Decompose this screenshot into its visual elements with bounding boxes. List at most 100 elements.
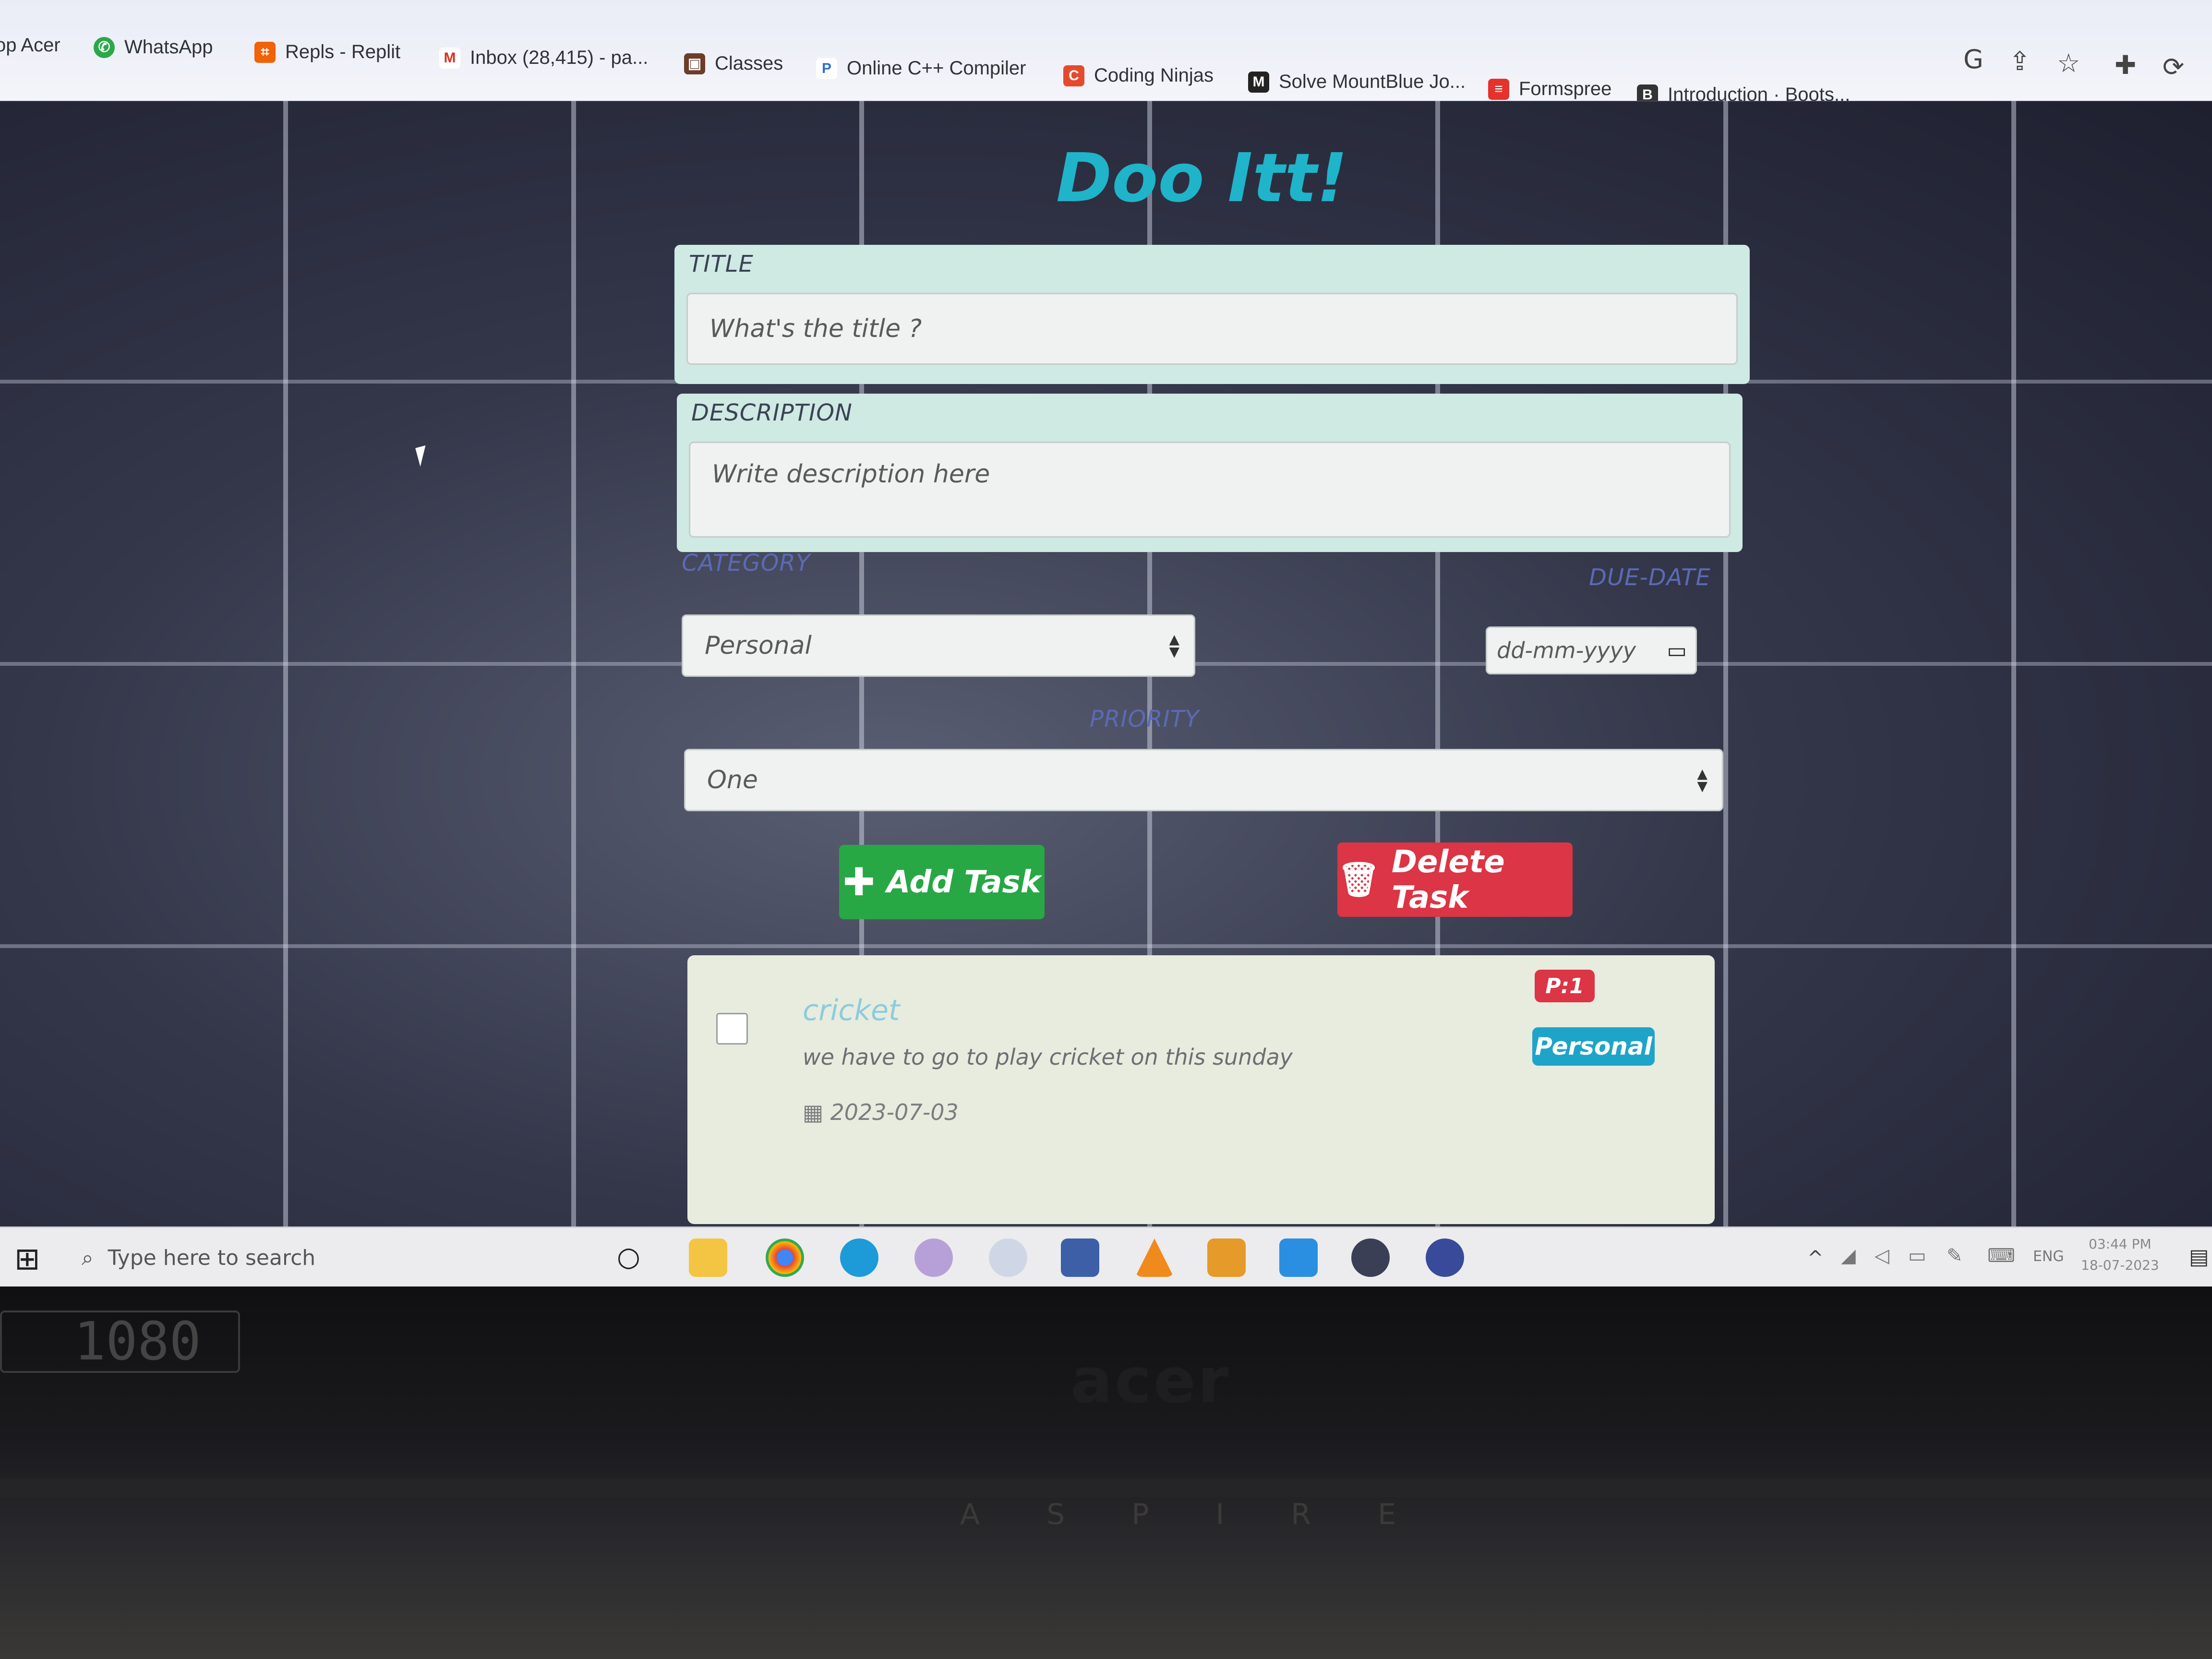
whatsapp-icon: ✆ xyxy=(94,36,115,58)
google-icon[interactable]: G xyxy=(1963,44,1984,74)
dev-tool-icon[interactable] xyxy=(1061,1238,1099,1277)
bookmark-label: WhatsApp xyxy=(124,36,213,58)
category-badge: Personal xyxy=(1532,1027,1655,1066)
extensions-icon[interactable]: ✚ xyxy=(2115,50,2136,80)
delete-task-label: Delete Task xyxy=(1391,844,1505,915)
category-label: CATEGORY xyxy=(682,550,811,577)
clock-date: 18-07-2023 xyxy=(2081,1257,2159,1273)
acer-logo: acer xyxy=(1070,1344,1231,1417)
bookmark-acer[interactable]: op Acer xyxy=(0,35,60,56)
bookmark-whatsapp[interactable]: ✆ WhatsApp xyxy=(94,36,213,58)
coding-ninjas-icon: C xyxy=(1063,65,1084,86)
chrome-icon[interactable] xyxy=(766,1238,804,1277)
calendar-icon: ▦ xyxy=(803,1099,824,1125)
replit-icon: ⌗ xyxy=(254,41,276,63)
mountblue-icon: M xyxy=(1248,71,1269,93)
title-placeholder: What's the title ? xyxy=(709,314,922,343)
edge-icon[interactable] xyxy=(840,1238,878,1277)
task-checkbox[interactable] xyxy=(716,1013,748,1045)
star-icon[interactable]: ☆ xyxy=(2057,48,2080,78)
category-value: Personal xyxy=(705,631,812,660)
bookmark-label: Formspree xyxy=(1519,78,1612,99)
app-page: Doo Itt! TITLE What's the title ? DESCRI… xyxy=(0,101,2212,1226)
bookmark-label: Coding Ninjas xyxy=(1094,65,1214,86)
select-arrows-icon: ▲ ▼ xyxy=(1169,631,1179,660)
keyboard-icon[interactable]: ⌨ xyxy=(1987,1245,2015,1267)
file-explorer-icon[interactable] xyxy=(689,1238,727,1277)
bookmark-classes[interactable]: ▣ Classes xyxy=(684,53,783,74)
description-label: DESCRIPTION xyxy=(691,399,853,426)
taskbar: ⊞ ⌕ Type here to search ○ ^ ◢ ◁ ▭ ✎ ⌨ EN… xyxy=(0,1226,2212,1286)
windows-start-icon[interactable]: ⊞ xyxy=(14,1241,40,1277)
bookmark-label: Solve MountBlue Jo... xyxy=(1279,71,1466,92)
calendar-icon[interactable]: ▭ xyxy=(1667,638,1687,663)
bookmark-mountblue[interactable]: M Solve MountBlue Jo... xyxy=(1248,71,1466,93)
compiler-icon: P xyxy=(816,58,837,79)
bookmark-label: Inbox (28,415) - pa... xyxy=(470,47,649,68)
mouse-cursor-icon xyxy=(415,445,431,467)
add-task-button[interactable]: ✚ Add Task xyxy=(839,845,1045,919)
bookmark-label: Online C++ Compiler xyxy=(847,58,1026,79)
bookmark-gmail[interactable]: M Inbox (28,415) - pa... xyxy=(439,47,648,69)
priority-label: PRIORITY xyxy=(1090,706,1200,733)
task-date: 2023-07-03 xyxy=(830,1099,959,1125)
sync-icon[interactable]: ⟳ xyxy=(2163,52,2184,82)
aspire-label: A S P I R E xyxy=(960,1498,1425,1531)
app-icon[interactable] xyxy=(1426,1238,1464,1277)
classes-icon: ▣ xyxy=(684,53,705,74)
delete-task-button[interactable]: 🗑 Delete Task xyxy=(1337,842,1573,917)
fullhd-sticker: 1080 xyxy=(0,1310,240,1373)
title-panel: TITLE What's the title ? xyxy=(674,245,1750,384)
due-date-input[interactable]: dd-mm-yyyy ▭ xyxy=(1486,626,1697,674)
gmail-icon: M xyxy=(439,47,460,69)
title-input[interactable]: What's the title ? xyxy=(686,293,1738,365)
app-title: Doo Itt! xyxy=(1056,139,1348,217)
category-select[interactable]: Personal ▲ ▼ xyxy=(682,614,1195,677)
search-placeholder: Type here to search xyxy=(108,1246,316,1270)
bookmark-label: Classes xyxy=(715,53,783,74)
cortana-icon[interactable]: ○ xyxy=(617,1241,640,1273)
select-arrows-icon: ▲ ▼ xyxy=(1697,766,1707,794)
chevron-up-icon[interactable]: ^ xyxy=(1807,1247,1824,1269)
obs-icon[interactable] xyxy=(1351,1238,1390,1277)
task-card: cricket we have to go to play cricket on… xyxy=(687,955,1715,1224)
priority-value: One xyxy=(707,766,758,794)
hinge xyxy=(0,1479,2212,1498)
description-textarea[interactable]: Write description here xyxy=(689,442,1731,538)
vscode-icon[interactable] xyxy=(1279,1238,1318,1277)
due-date-label: DUE-DATE xyxy=(1589,564,1711,591)
description-placeholder: Write description here xyxy=(712,460,990,489)
volume-icon[interactable]: ◁ xyxy=(1875,1245,1889,1267)
trash-icon: 🗑 xyxy=(1337,860,1380,899)
search-icon: ⌕ xyxy=(82,1246,94,1270)
bookmark-label: Repls - Replit xyxy=(285,41,401,62)
bookmark-formspree[interactable]: ≡ Formspree xyxy=(1488,78,1611,100)
taskbar-search[interactable]: ⌕ Type here to search xyxy=(82,1238,586,1278)
vlc-icon[interactable] xyxy=(1135,1238,1174,1277)
bookmark-compiler[interactable]: P Online C++ Compiler xyxy=(816,58,1026,79)
pen-icon[interactable]: ✎ xyxy=(1947,1245,1963,1267)
description-panel: DESCRIPTION Write description here xyxy=(677,394,1743,552)
battery-icon[interactable]: ▭ xyxy=(1908,1245,1926,1267)
clock[interactable]: 03:44 PM 18-07-2023 xyxy=(2081,1234,2159,1276)
title-label: TITLE xyxy=(689,251,754,277)
app-icon[interactable] xyxy=(989,1238,1027,1277)
share-icon[interactable]: ⇪ xyxy=(2009,46,2031,76)
bookmark-label: op Acer xyxy=(0,35,60,56)
notifications-icon[interactable]: ▤ xyxy=(2189,1245,2209,1269)
language-indicator[interactable]: ENG xyxy=(2033,1248,2064,1265)
task-description: we have to go to play cricket on this su… xyxy=(803,1044,1293,1070)
priority-select[interactable]: One ▲ ▼ xyxy=(684,749,1723,811)
due-date-placeholder: dd-mm-yyyy xyxy=(1497,637,1636,663)
formspree-icon: ≡ xyxy=(1488,78,1509,100)
laptop-bezel: 1080 acer A S P I R E xyxy=(0,1286,2212,1659)
screen: op Acer ✆ WhatsApp ⌗ Repls - Replit M Inbox… xyxy=(0,0,2212,1286)
task-date-row: ▦ 2023-07-03 xyxy=(803,1099,959,1125)
sublime-icon[interactable] xyxy=(1207,1238,1246,1277)
bookmark-coding-ninjas[interactable]: C Coding Ninjas xyxy=(1063,65,1214,86)
network-icon[interactable]: ◢ xyxy=(1841,1245,1856,1267)
bookmark-replit[interactable]: ⌗ Repls - Replit xyxy=(254,41,400,63)
add-task-label: Add Task xyxy=(886,864,1041,900)
app-icon[interactable] xyxy=(914,1238,953,1277)
plus-icon: ✚ xyxy=(842,860,875,904)
